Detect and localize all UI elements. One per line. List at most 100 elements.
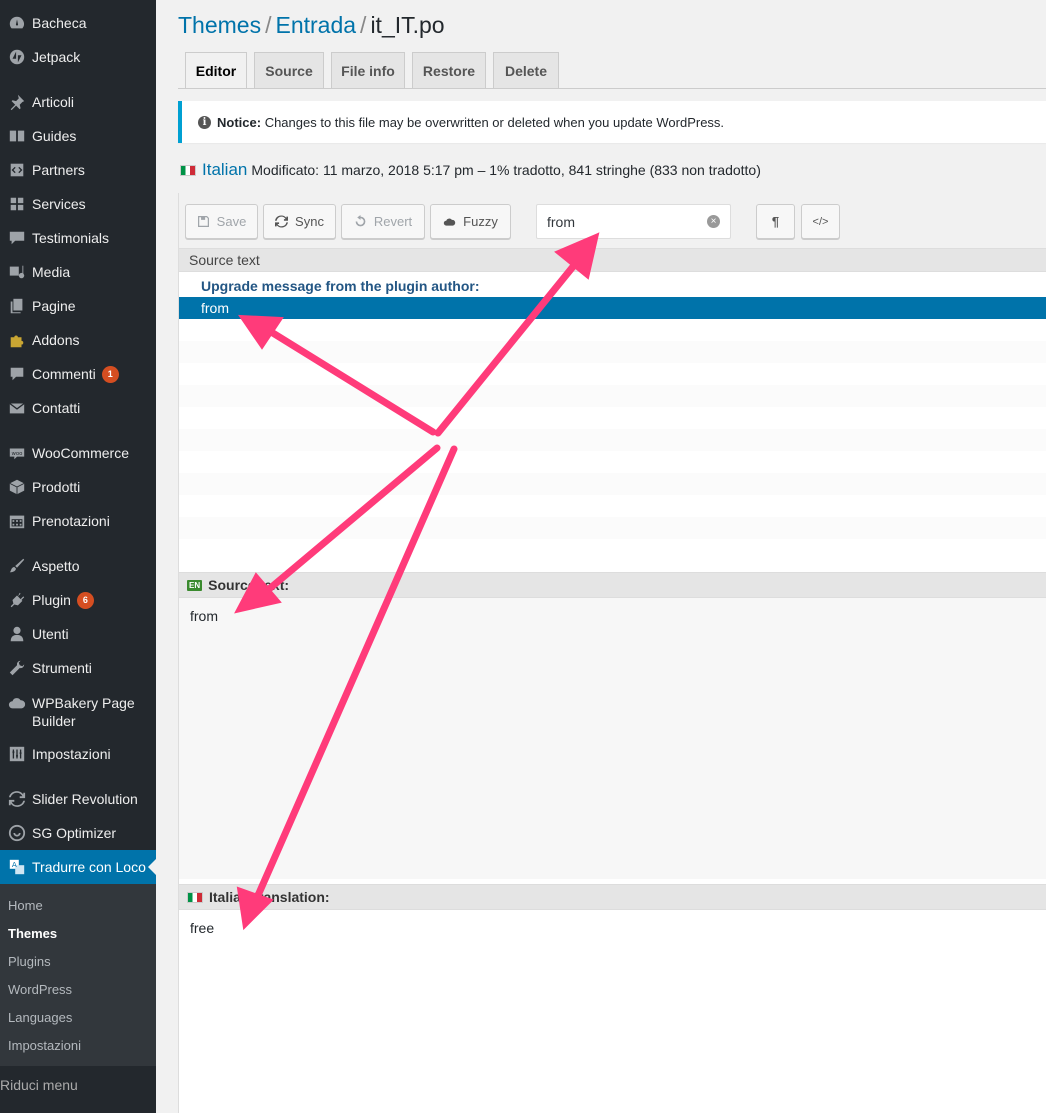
breadcrumb-separator: / (360, 12, 367, 38)
list-row (179, 341, 1046, 363)
sidebar-item-bacheca[interactable]: Bacheca (0, 6, 156, 40)
string-list[interactable]: Upgrade message from the plugin author: … (179, 272, 1046, 562)
fuzzy-button[interactable]: Fuzzy (430, 204, 511, 239)
plugins-count-badge: 6 (76, 592, 94, 610)
sidebar-item-label: Prenotazioni (32, 513, 110, 529)
tab-restore[interactable]: Restore (412, 52, 486, 88)
revert-button[interactable]: Revert (341, 204, 425, 239)
sidebar-item-wpbakery[interactable]: WPBakery Page Builder (0, 685, 156, 737)
tab-divider (178, 88, 1046, 89)
dashboard-icon (0, 14, 32, 32)
list-item-selected[interactable]: from (179, 297, 1046, 319)
sidebar-item-aspetto[interactable]: Aspetto (0, 549, 156, 583)
tab-source[interactable]: Source (254, 52, 324, 88)
breadcrumb-themes[interactable]: Themes (178, 12, 261, 38)
sidebar-item-jetpack[interactable]: Jetpack (0, 40, 156, 74)
revert-label: Revert (373, 214, 413, 229)
submenu-item-themes[interactable]: Themes (8, 926, 57, 941)
sidebar-item-prenotazioni[interactable]: Prenotazioni (0, 504, 156, 538)
notice-text: Changes to this file may be overwritten … (264, 114, 725, 130)
sidebar-item-label: Guides (32, 128, 77, 144)
sidebar-item-label: Pagine (32, 298, 76, 314)
sidebar-item-label: Articoli (32, 94, 75, 110)
save-button[interactable]: Save (185, 204, 258, 239)
collapse-menu-button[interactable]: Riduci menu (0, 1068, 156, 1108)
tab-file-info[interactable]: File info (331, 52, 405, 88)
sync-icon (275, 215, 289, 228)
submenu-item-wordpress[interactable]: WordPress (8, 982, 72, 997)
clear-search-icon[interactable]: × (707, 215, 720, 228)
file-name: it_IT.po (370, 12, 445, 38)
breadcrumb-separator: / (265, 12, 272, 38)
jetpack-icon (0, 48, 32, 66)
sidebar-item-label: Plugin 6 (32, 591, 94, 610)
sidebar-item-contatti[interactable]: Contatti (0, 391, 156, 425)
sidebar-item-commenti[interactable]: Commenti 1 (0, 357, 156, 391)
en-badge: EN (187, 579, 203, 591)
target-pane-header: Italian translation: (179, 884, 1046, 910)
save-label: Save (216, 214, 247, 229)
search-input[interactable]: from × (536, 204, 731, 239)
italy-flag-icon (187, 891, 203, 903)
tab-delete[interactable]: Delete (493, 52, 559, 88)
submenu-item-languages[interactable]: Languages (8, 1010, 72, 1025)
list-row (179, 517, 1046, 539)
sidebar-item-impostazioni[interactable]: Impostazioni (0, 737, 156, 771)
sidebar-item-label: Contatti (32, 400, 81, 416)
translation-field[interactable]: free (179, 910, 1046, 1113)
tab-editor[interactable]: Editor (185, 52, 247, 89)
target-pane-title: Italian translation: (209, 889, 330, 905)
sidebar-item-partners[interactable]: Partners (0, 153, 156, 187)
italy-flag-icon (180, 164, 196, 176)
search-value: from (547, 213, 575, 230)
sidebar-item-plugin[interactable]: Plugin 6 (0, 583, 156, 617)
sidebar-item-testimonials[interactable]: Testimonials (0, 221, 156, 255)
sidebar-item-services[interactable]: Services (0, 187, 156, 221)
woo-icon: woo (0, 444, 32, 462)
sidebar-item-guides[interactable]: Guides (0, 119, 156, 153)
comments-count-badge: 1 (101, 366, 119, 384)
source-pane-header: EN Source text: (179, 572, 1046, 598)
sidebar-item-slider-revolution[interactable]: Slider Revolution (0, 782, 156, 816)
sidebar-item-label: Bacheca (32, 15, 87, 31)
list-row (179, 429, 1046, 451)
wrench-icon (0, 659, 32, 677)
sidebar-item-loco-translate[interactable]: A Tradurre con Loco (0, 850, 156, 884)
submenu-item-impostazioni[interactable]: Impostazioni (8, 1038, 81, 1053)
breadcrumb-entrada[interactable]: Entrada (275, 12, 356, 38)
sidebar-item-label: Utenti (32, 626, 69, 642)
locale-name[interactable]: Italian (202, 160, 247, 180)
sidebar-item-pagine[interactable]: Pagine (0, 289, 156, 323)
revert-icon (355, 215, 366, 227)
sidebar-item-label: Slider Revolution (32, 791, 138, 807)
loco-submenu: Home Themes Plugins WordPress Languages … (0, 884, 156, 1066)
sidebar-item-prodotti[interactable]: Prodotti (0, 470, 156, 504)
sidebar-item-label: Impostazioni (32, 746, 111, 762)
media-icon (0, 263, 32, 281)
book-icon (0, 127, 32, 145)
show-invisibles-button[interactable]: ¶ (756, 204, 795, 239)
plug-icon (0, 591, 32, 609)
sidebar-item-label: Media (32, 264, 71, 280)
sidebar-item-media[interactable]: Media (0, 255, 156, 289)
sidebar-item-utenti[interactable]: Utenti (0, 617, 156, 651)
sidebar-item-sg-optimizer[interactable]: SG Optimizer (0, 816, 156, 850)
list-column-header: Source text (179, 248, 1046, 272)
submenu-item-plugins[interactable]: Plugins (8, 954, 51, 969)
sidebar-item-woocommerce[interactable]: woo WooCommerce (0, 436, 156, 470)
sidebar-item-articoli[interactable]: Articoli (0, 85, 156, 119)
submenu-item-home[interactable]: Home (8, 898, 43, 913)
code-view-button[interactable]: </> (801, 204, 840, 239)
brush-icon (0, 557, 32, 575)
sidebar-item-addons[interactable]: Addons (0, 323, 156, 357)
sync-button[interactable]: Sync (263, 204, 336, 239)
sidebar-item-strumenti[interactable]: Strumenti (0, 651, 156, 685)
envelope-icon (0, 399, 32, 417)
settings-icon (0, 745, 32, 763)
sidebar-item-label: WooCommerce (32, 445, 129, 461)
sidebar-item-label: Tradurre con Loco (32, 859, 146, 875)
editor-toolbar: Save Sync Revert Fuzzy from × ¶ </> (179, 193, 1046, 248)
page-title: Themes / Entrada / it_IT.po (178, 12, 445, 39)
sidebar-item-label: Strumenti (32, 660, 92, 676)
sidebar-item-label: Services (32, 196, 86, 212)
